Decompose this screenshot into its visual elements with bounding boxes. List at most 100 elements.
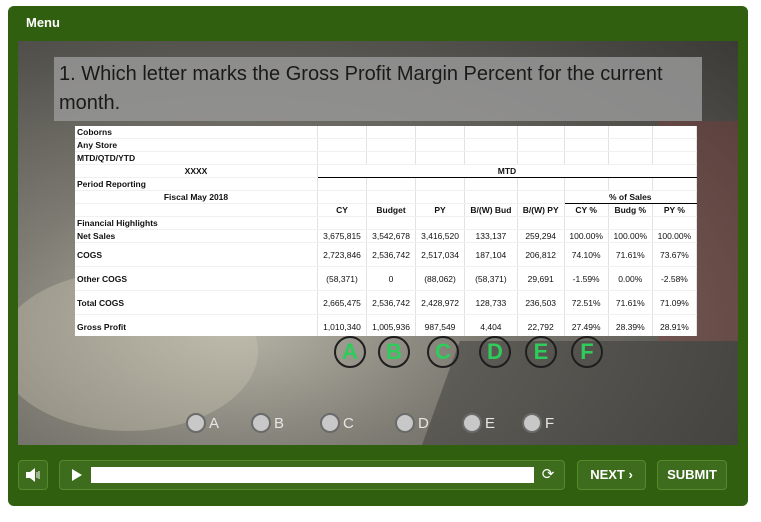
progress-fill bbox=[91, 467, 534, 483]
option-label: E bbox=[485, 414, 496, 432]
fiscal-label: Fiscal May 2018 bbox=[75, 190, 318, 204]
player-controls: ⟳ NEXT › SUBMIT bbox=[0, 455, 761, 495]
table-cell: (88,062) bbox=[415, 266, 466, 291]
row-label: Total COGS bbox=[75, 290, 318, 315]
table-cell: 128,733 bbox=[464, 290, 518, 315]
next-button[interactable]: NEXT › bbox=[577, 460, 646, 490]
placeholder-label: XXXX bbox=[75, 164, 318, 178]
table-cell: 187,104 bbox=[464, 242, 518, 267]
pct-sales-label: % of Sales bbox=[564, 190, 697, 204]
column-marker: E bbox=[525, 336, 557, 368]
table-cell: 22,792 bbox=[517, 314, 565, 336]
table-cell: 71.61% bbox=[608, 242, 653, 267]
column-header: PY % bbox=[652, 203, 697, 217]
row-label: Net Sales bbox=[75, 229, 318, 243]
table-cell: 0 bbox=[366, 266, 417, 291]
table-cell: (58,371) bbox=[464, 266, 518, 291]
menu-button[interactable]: Menu bbox=[26, 15, 60, 30]
table-cell: 100.00% bbox=[652, 229, 697, 243]
play-icon[interactable] bbox=[72, 469, 82, 481]
row-label: Gross Profit bbox=[75, 314, 318, 336]
table-cell: 259,294 bbox=[517, 229, 565, 243]
option-a[interactable]: A bbox=[186, 413, 219, 433]
row-label: Other COGS bbox=[75, 266, 318, 291]
column-marker: D bbox=[479, 336, 511, 368]
table-cell: 2,428,972 bbox=[415, 290, 466, 315]
store-row: MTD/QTD/YTD bbox=[75, 151, 318, 165]
column-header: Budg % bbox=[608, 203, 653, 217]
volume-button[interactable] bbox=[18, 460, 48, 490]
table-cell: 4,404 bbox=[464, 314, 518, 336]
option-b[interactable]: B bbox=[251, 413, 284, 433]
slide-area: 1. Which letter marks the Gross Profit M… bbox=[18, 41, 738, 445]
mtd-label: MTD bbox=[317, 164, 697, 178]
table-cell: -2.58% bbox=[652, 266, 697, 291]
table-cell: 2,665,475 bbox=[317, 290, 368, 315]
table-cell: 0.00% bbox=[608, 266, 653, 291]
option-label: C bbox=[343, 414, 354, 432]
replay-icon[interactable]: ⟳ bbox=[540, 467, 556, 483]
table-cell: -1.59% bbox=[564, 266, 609, 291]
table-cell: 2,517,034 bbox=[415, 242, 466, 267]
table-cell: 72.51% bbox=[564, 290, 609, 315]
table-cell: 28.39% bbox=[608, 314, 653, 336]
option-f[interactable]: F bbox=[522, 413, 554, 433]
table-cell: 2,536,742 bbox=[366, 242, 417, 267]
column-header: B/(W) PY bbox=[517, 203, 565, 217]
table-cell: 29,691 bbox=[517, 266, 565, 291]
option-label: B bbox=[274, 414, 285, 432]
radio-button[interactable] bbox=[462, 413, 482, 433]
radio-button[interactable] bbox=[186, 413, 206, 433]
column-marker: A bbox=[334, 336, 366, 368]
table-cell: 2,536,742 bbox=[366, 290, 417, 315]
table-cell: 3,416,520 bbox=[415, 229, 466, 243]
column-header: B/(W) Bud bbox=[464, 203, 518, 217]
radio-button[interactable] bbox=[320, 413, 340, 433]
option-label: D bbox=[418, 414, 429, 432]
column-markers: A B C D E F bbox=[18, 336, 738, 372]
option-label: F bbox=[545, 414, 555, 432]
financial-report-table: Coborns Any Store MTD/QTD/YTD XXXX MTD P… bbox=[75, 126, 697, 336]
option-label: A bbox=[209, 414, 220, 432]
seek-bar-container: ⟳ bbox=[59, 460, 565, 490]
column-header: PY bbox=[415, 203, 466, 217]
table-cell: 71.09% bbox=[652, 290, 697, 315]
table-cell: 3,542,678 bbox=[366, 229, 417, 243]
table-cell: 74.10% bbox=[564, 242, 609, 267]
radio-button[interactable] bbox=[522, 413, 542, 433]
table-cell: 100.00% bbox=[608, 229, 653, 243]
option-c[interactable]: C bbox=[320, 413, 354, 433]
table-cell: 133,137 bbox=[464, 229, 518, 243]
column-header: Budget bbox=[366, 203, 417, 217]
progress-bar[interactable] bbox=[91, 467, 534, 483]
table-cell: 28.91% bbox=[652, 314, 697, 336]
table-cell: 2,723,846 bbox=[317, 242, 368, 267]
submit-button[interactable]: SUBMIT bbox=[657, 460, 727, 490]
question-text: 1. Which letter marks the Gross Profit M… bbox=[54, 57, 702, 121]
period-label: Period Reporting bbox=[75, 177, 318, 191]
column-marker: C bbox=[427, 336, 459, 368]
column-header: CY % bbox=[564, 203, 609, 217]
table-cell: 236,503 bbox=[517, 290, 565, 315]
section-label: Financial Highlights bbox=[75, 216, 318, 230]
row-label: COGS bbox=[75, 242, 318, 267]
table-cell: 3,675,815 bbox=[317, 229, 368, 243]
option-d[interactable]: D bbox=[395, 413, 429, 433]
store-row: Any Store bbox=[75, 138, 318, 152]
table-cell: 73.67% bbox=[652, 242, 697, 267]
table-cell: 1,010,340 bbox=[317, 314, 368, 336]
table-cell: 100.00% bbox=[564, 229, 609, 243]
table-cell: 987,549 bbox=[415, 314, 466, 336]
column-marker: B bbox=[378, 336, 410, 368]
option-e[interactable]: E bbox=[462, 413, 495, 433]
column-marker: F bbox=[571, 336, 603, 368]
table-cell: 71.61% bbox=[608, 290, 653, 315]
table-cell: 27.49% bbox=[564, 314, 609, 336]
table-cell: 206,812 bbox=[517, 242, 565, 267]
radio-button[interactable] bbox=[395, 413, 415, 433]
answer-options: A B C D E F bbox=[18, 413, 738, 439]
radio-button[interactable] bbox=[251, 413, 271, 433]
store-row: Coborns bbox=[75, 126, 318, 139]
volume-icon bbox=[26, 468, 40, 482]
table-cell: (58,371) bbox=[317, 266, 368, 291]
